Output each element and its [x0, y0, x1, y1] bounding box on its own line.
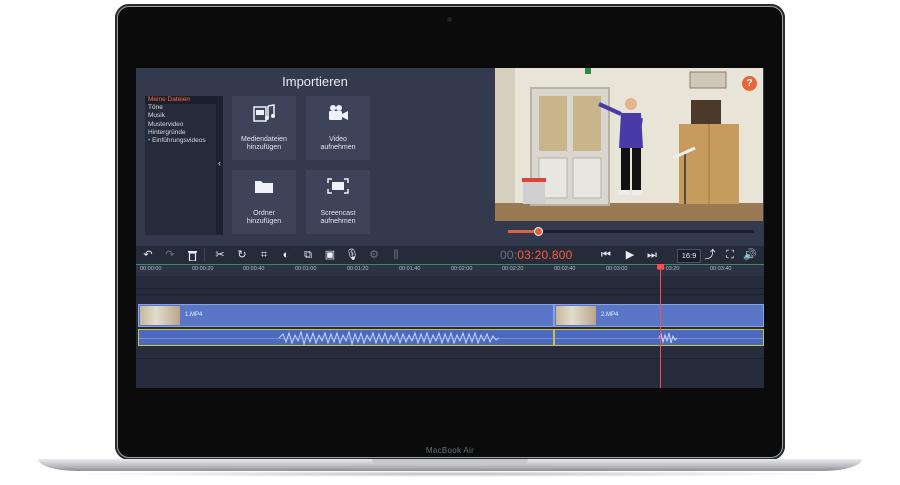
record-screencast-label: Screencast aufnehmen [320, 210, 356, 225]
cut-icon[interactable]: ✂ [212, 247, 228, 263]
timeline-tracks: 1.MP4 2.MP4 [136, 276, 764, 388]
laptop-shadow [60, 471, 840, 477]
next-frame-icon[interactable]: ⏭ [644, 247, 660, 263]
clip-name: 2.MP4 [601, 312, 619, 318]
ruler-label: 00:00:40 [243, 266, 265, 272]
screencast-icon [306, 178, 370, 199]
ruler-label: 00:02:40 [554, 266, 576, 272]
ruler-label: 00:02:00 [451, 266, 473, 272]
video-camera-icon [306, 104, 370, 127]
clip-thumbnail [556, 306, 596, 325]
redo-icon[interactable]: ↷ [162, 247, 178, 263]
record-video-button[interactable]: Video aufnehmen [306, 96, 370, 160]
equalizer-icon[interactable]: ⫼ [388, 247, 404, 263]
source-item-toene[interactable]: Töne [145, 104, 223, 112]
preview-scrubber-handle[interactable] [533, 227, 543, 236]
add-media-files-button[interactable]: Mediendateien hinzufügen [232, 96, 296, 160]
fullscreen-icon[interactable]: ⛶ [722, 247, 738, 263]
audio-track-1[interactable] [138, 329, 554, 346]
timecode-hours: 00: [500, 248, 518, 262]
track-divider [136, 294, 764, 295]
crop-icon[interactable]: ⌗ [256, 247, 272, 263]
timecode-value: 03:20.800 [517, 248, 573, 262]
playhead[interactable] [660, 264, 661, 388]
clip-name: 1.MP4 [185, 312, 203, 318]
source-item-meine-dateien[interactable]: Meine Dateien [145, 96, 223, 105]
track-divider [136, 288, 764, 289]
microphone-icon[interactable]: 🎙 [344, 247, 360, 263]
toolbar-separator [204, 248, 205, 262]
folder-icon [232, 178, 296, 199]
aspect-ratio-button[interactable]: 16:9 [677, 249, 701, 263]
help-icon[interactable]: ? [742, 76, 757, 91]
source-item-einfuehrungsvideos[interactable]: Einführungsvideos [145, 137, 223, 145]
ruler-label: 00:01:00 [295, 266, 317, 272]
ruler-label: 00:00:00 [140, 266, 162, 272]
record-screencast-button[interactable]: Screencast aufnehmen [306, 170, 370, 234]
source-item-mustervideo[interactable]: Mustervideo [145, 121, 223, 129]
add-media-files-label: Mediendateien hinzufügen [241, 136, 287, 151]
rotate-icon[interactable]: ↻ [234, 247, 250, 263]
volume-icon[interactable]: 🔊 [742, 247, 758, 263]
webcam-icon [447, 17, 452, 22]
undo-icon[interactable]: ↶ [140, 247, 156, 263]
edit-toolbar: ↶ ↷ ✂ ↻ ⌗ ◐ ⧉ ▣ 🎙 ⚙ ⫼ 00:03:20.800 ⏮ ▶ ⏭… [136, 246, 764, 264]
play-icon[interactable]: ▶ [622, 247, 638, 263]
import-title: Importieren [282, 74, 348, 89]
add-folder-button[interactable]: Ordner hinzufügen [232, 170, 296, 234]
settings-icon[interactable]: ⚙ [366, 247, 382, 263]
source-item-musik[interactable]: Musik [145, 112, 223, 120]
timecode-display: 00:03:20.800 [500, 247, 572, 263]
audio-track-2[interactable] [554, 329, 764, 346]
track-divider [136, 358, 764, 359]
ruler-label: 00:02:20 [502, 266, 524, 272]
ruler-label: 00:03:00 [606, 266, 628, 272]
import-panel: Importieren Meine Dateien Töne Musik Mus… [136, 68, 494, 246]
device-label: MacBook Air [425, 446, 475, 455]
color-adjust-icon[interactable]: ◐ [278, 247, 294, 263]
ruler-label: 00:01:40 [399, 266, 421, 272]
record-video-label: Video aufnehmen [320, 136, 356, 151]
preview-scrubber[interactable] [508, 227, 754, 236]
ruler-label: 00:01:20 [347, 266, 369, 272]
video-clip-1[interactable]: 1.MP4 [138, 304, 554, 327]
ruler-label: 00:00:20 [192, 266, 214, 272]
media-files-icon [232, 104, 296, 129]
video-clip-2[interactable]: 2.MP4 [554, 304, 764, 327]
laptop-base-notch [372, 459, 528, 464]
previous-frame-icon[interactable]: ⏮ [598, 247, 614, 263]
chevron-left-icon[interactable]: ‹ [216, 158, 223, 168]
ruler-label: 00:03:40 [710, 266, 732, 272]
export-icon[interactable]: ⤴ [702, 247, 718, 263]
add-folder-label: Ordner hinzufügen [246, 210, 282, 225]
preview-panel: ? [494, 68, 764, 246]
delete-icon[interactable] [184, 247, 200, 263]
clip-thumbnail [140, 306, 180, 325]
source-list: Meine Dateien Töne Musik Mustervideo Hin… [145, 96, 223, 235]
app-screen: Importieren Meine Dateien Töne Musik Mus… [136, 68, 764, 388]
source-item-hintergruende[interactable]: Hintergründe [145, 129, 223, 137]
clip-properties-icon[interactable]: ▣ [322, 247, 338, 263]
video-preview[interactable]: ? [495, 68, 763, 221]
audio-waveform [139, 330, 553, 345]
transition-icon[interactable]: ⧉ [300, 247, 316, 263]
